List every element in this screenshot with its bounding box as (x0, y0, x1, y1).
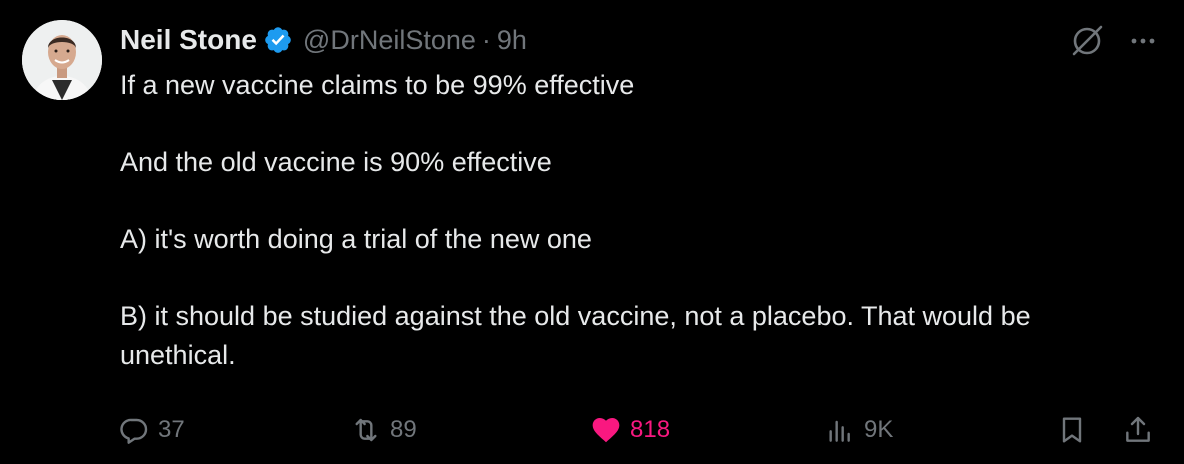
tweet-paragraph: And the old vaccine is 90% effective (120, 147, 552, 177)
tweet-header: Neil Stone @DrNeilStone · 9h (120, 22, 527, 58)
reply-count: 37 (158, 416, 185, 443)
bookmark-icon (1062, 417, 1082, 443)
verified-badge-icon[interactable] (263, 25, 293, 55)
avatar[interactable] (22, 20, 102, 100)
reply-icon (120, 418, 148, 444)
repost-button[interactable]: 89 (350, 410, 417, 450)
author-handle[interactable]: @DrNeilStone (303, 25, 476, 56)
grok-icon[interactable] (1068, 22, 1106, 60)
like-heart-icon (592, 418, 620, 443)
share-icon (1126, 416, 1150, 442)
share-button[interactable] (1122, 410, 1154, 450)
repost-icon (355, 418, 377, 442)
tweet-paragraph: If a new vaccine claims to be 99% effect… (120, 70, 635, 100)
views-icon (829, 420, 850, 442)
like-count: 818 (630, 416, 671, 443)
more-icon[interactable] (1128, 26, 1158, 56)
like-button[interactable]: 818 (590, 410, 670, 450)
author-name[interactable]: Neil Stone (120, 24, 257, 56)
views-button[interactable]: 9K (824, 410, 893, 450)
tweet-paragraph: B) it should be studied against the old … (120, 301, 1031, 370)
bookmark-button[interactable] (1056, 410, 1088, 450)
reply-button[interactable]: 37 (118, 410, 185, 450)
timestamp[interactable]: 9h (497, 25, 527, 56)
top-actions (1068, 22, 1158, 60)
tweet-text: If a new vaccine claims to be 99% effect… (120, 66, 1150, 374)
repost-count: 89 (390, 416, 417, 443)
avatar-photo (22, 20, 102, 100)
action-bar: 37 89 818 9K (118, 410, 1158, 450)
views-count: 9K (864, 416, 894, 443)
separator-dot: · (481, 24, 491, 55)
tweet-paragraph: A) it's worth doing a trial of the new o… (120, 224, 592, 254)
